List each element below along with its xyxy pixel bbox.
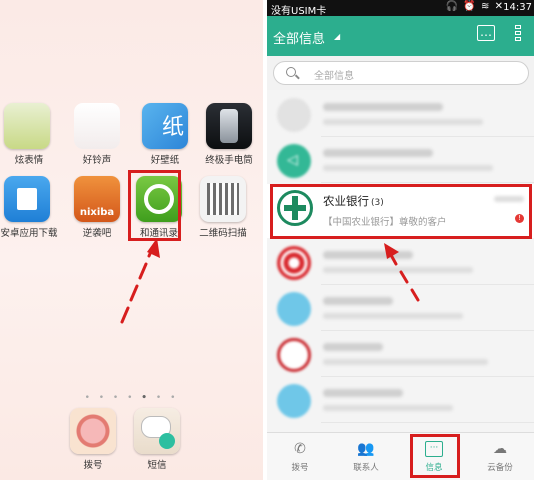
clock: 14:37	[503, 2, 532, 13]
app-label: 安卓应用下载	[0, 228, 58, 239]
conversation-row[interactable]: ◁	[267, 138, 534, 183]
carrier-text: 没有USIM卡	[271, 6, 327, 17]
app-label: 二维码扫描	[199, 228, 247, 239]
tab-dial[interactable]: ✆ 拨号	[267, 433, 333, 480]
tab-cloud-backup[interactable]: ☁ 云备份	[467, 433, 533, 480]
nixiba-brand: nixiba	[79, 207, 115, 218]
rotary-phone-icon	[70, 408, 116, 454]
person-avatar-icon	[277, 292, 311, 326]
wallpaper-icon: 纸	[142, 103, 188, 149]
cloud-icon: ☁	[493, 441, 507, 457]
status-bar: 没有USIM卡 🎧 ⏰ ≋ ✕ 79 14:37	[267, 0, 534, 17]
phone-icon: ✆	[294, 441, 306, 457]
conversation-row[interactable]	[267, 92, 534, 137]
haolingsheng-icon	[74, 103, 120, 149]
shopping-bag-icon	[4, 176, 50, 222]
menu-icon[interactable]	[515, 25, 523, 45]
dock-dialer[interactable]: 拨号	[60, 408, 126, 471]
nixiba-icon: nixiba	[74, 176, 120, 222]
filter-dropdown[interactable]: 全部信息	[273, 28, 325, 47]
app-label: 短信	[147, 460, 167, 471]
xuanbiaoqing-icon	[4, 103, 50, 149]
highlight-box-tab	[410, 434, 460, 478]
tab-label: 云备份	[487, 463, 513, 473]
app-android-store[interactable]: 安卓应用下载	[0, 176, 62, 239]
app-label: 炫表情	[14, 155, 44, 166]
tab-label: 拨号	[291, 463, 309, 473]
app-label: 好铃声	[82, 155, 112, 166]
app-xuanbiaoqing[interactable]: 炫表情	[0, 103, 62, 166]
app-flashlight[interactable]: 终极手电筒	[196, 103, 262, 166]
bank-logo-icon	[277, 338, 311, 372]
messages-screen: 没有USIM卡 🎧 ⏰ ≋ ✕ 79 14:37 全部信息 ◢ … 全部信息 ◁…	[267, 0, 534, 480]
highlight-box-app	[128, 170, 181, 241]
app-label: 逆袭吧	[82, 228, 112, 239]
highlight-box-conversation	[270, 184, 532, 239]
page-indicator: • • • • • • •	[84, 393, 179, 403]
dropdown-caret-icon: ◢	[334, 32, 341, 41]
conversation-row[interactable]	[267, 332, 534, 377]
search-icon	[286, 67, 296, 77]
qr-code-icon	[200, 176, 246, 222]
status-icons: 🎧 ⏰ ≋ ✕	[445, 1, 504, 12]
chat-bubble-icon	[134, 408, 180, 454]
tab-contacts[interactable]: 👥 联系人	[333, 433, 399, 480]
app-label: 拨号	[83, 460, 103, 471]
app-qr-scanner[interactable]: 二维码扫描	[190, 176, 256, 239]
unicom-logo-icon	[277, 246, 311, 280]
search-bar: 全部信息	[267, 56, 534, 90]
flashlight-icon	[206, 103, 252, 149]
compose-icon[interactable]: …	[477, 25, 495, 41]
dock-sms[interactable]: 短信	[124, 408, 190, 471]
avatar	[277, 98, 311, 132]
wallpaper-glyph: 纸	[161, 115, 184, 140]
conversation-row[interactable]	[267, 240, 534, 285]
conversation-row[interactable]	[267, 378, 534, 423]
contacts-icon: 👥	[357, 441, 375, 457]
search-placeholder: 全部信息	[314, 71, 354, 82]
search-input[interactable]: 全部信息	[273, 61, 529, 85]
speaker-icon: ◁	[277, 144, 311, 178]
app-haolingsheng[interactable]: 好铃声	[64, 103, 130, 166]
app-label: 好壁纸	[150, 155, 180, 166]
tab-label: 联系人	[353, 463, 379, 473]
app-nixiba[interactable]: nixiba 逆袭吧	[64, 176, 130, 239]
app-header: 全部信息 ◢ …	[267, 16, 534, 56]
person-avatar-icon	[277, 384, 311, 418]
conversation-row[interactable]	[267, 286, 534, 331]
bottom-nav: ✆ 拨号 👥 联系人 ··· 信息 ☁ 云备份	[267, 432, 534, 480]
app-haobizhi[interactable]: 纸 好壁纸	[132, 103, 198, 166]
app-label: 终极手电筒	[205, 155, 253, 166]
